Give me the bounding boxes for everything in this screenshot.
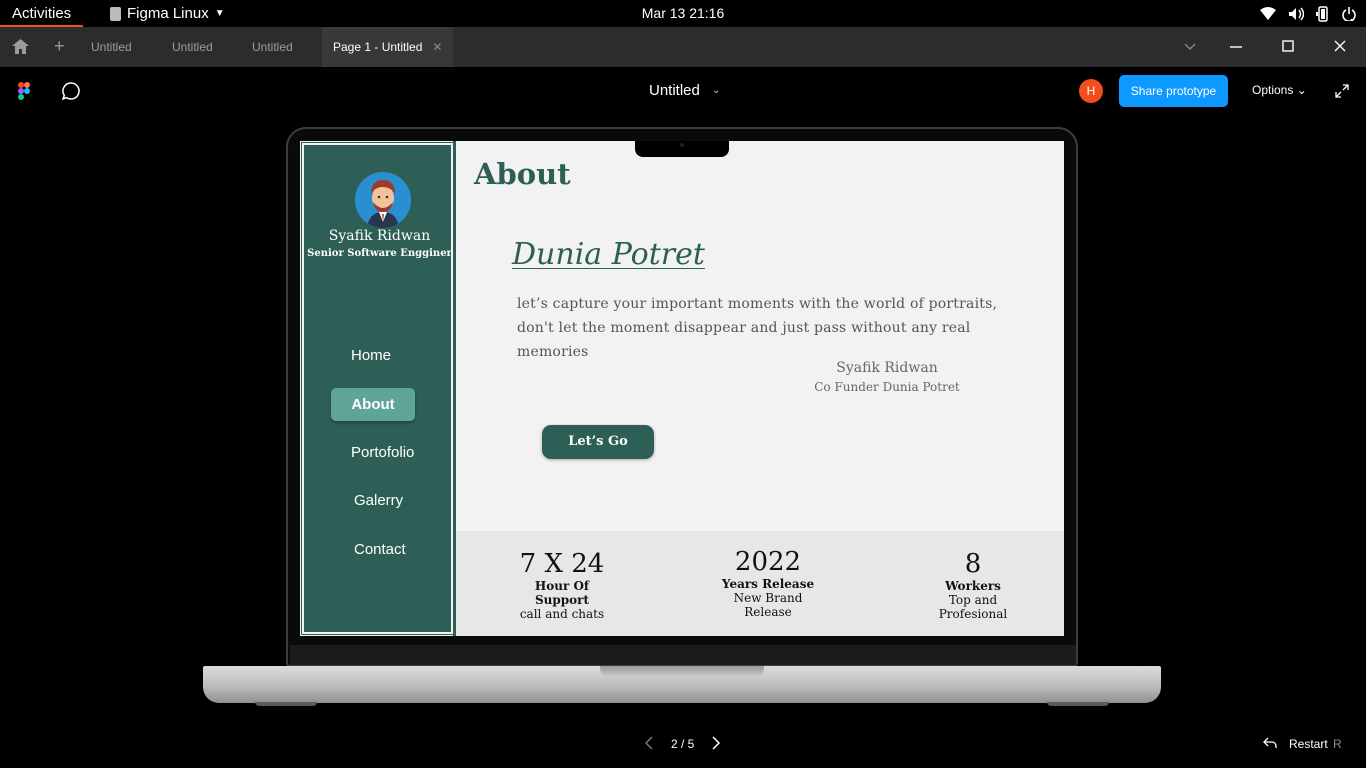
system-top-bar: Activities Figma Linux ▼ Mar 13 21:16 (0, 0, 1366, 27)
stat-sub: Top and Profesional (938, 593, 1008, 621)
chevron-down-icon: ⌄ (1296, 83, 1307, 97)
document-title[interactable]: Untitled (649, 82, 700, 99)
tab-label: Page 1 - Untitled (333, 40, 423, 54)
chevron-down-icon[interactable] (1184, 40, 1196, 52)
nav-contact[interactable]: Contact (354, 541, 406, 558)
figma-logo-icon[interactable] (18, 82, 30, 100)
stat-label: Hour Of Support (534, 579, 590, 607)
wifi-icon (1260, 6, 1276, 20)
tab-untitled-1[interactable]: Untitled (91, 27, 132, 67)
laptop-chin (290, 645, 1076, 665)
close-tab-icon[interactable]: ✕ (432, 40, 442, 54)
hero-description: let’s capture your important moments wit… (517, 296, 998, 360)
hero-title: Dunia Potret (512, 237, 705, 272)
laptop-foot (1047, 702, 1109, 706)
quote-author-role: Co Funder Dunia Potret (814, 380, 960, 394)
stat-label: Workers (945, 579, 1001, 593)
stat-support: 7 X 24 Hour Of Support call and chats (508, 549, 616, 621)
previous-frame-icon[interactable] (643, 736, 655, 750)
nav-about[interactable]: About (331, 388, 415, 421)
profile-avatar (355, 172, 411, 228)
stat-sub: New Brand Release (733, 591, 803, 619)
frame-counter: 2 / 5 (671, 737, 695, 751)
minimize-icon[interactable] (1230, 40, 1242, 52)
prototype-toolbar: Untitled ⌄ H Share prototype Options ⌄ (0, 67, 1366, 115)
stat-number: 8 (964, 549, 982, 579)
stat-sub: call and chats (519, 607, 605, 621)
tab-untitled-2[interactable]: Untitled (172, 27, 213, 67)
user-avatar[interactable]: H (1079, 79, 1103, 103)
restart-icon[interactable] (1263, 737, 1277, 749)
maximize-icon[interactable] (1282, 40, 1294, 52)
new-tab-button[interactable]: + (54, 36, 65, 57)
volume-icon (1289, 7, 1304, 20)
next-frame-icon[interactable] (710, 736, 722, 750)
nav-portofolio[interactable]: Portofolio (351, 444, 414, 461)
stats-band: 7 X 24 Hour Of Support call and chats 20… (456, 531, 1064, 636)
profile-name: Syafik Ridwan (328, 228, 431, 244)
figma-app-icon (110, 6, 121, 21)
chevron-down-icon[interactable]: ⌄ (712, 85, 720, 96)
power-icon (1342, 6, 1356, 21)
stat-label: Years Release (721, 577, 815, 591)
fullscreen-icon[interactable] (1335, 84, 1349, 98)
stat-release: 2022 Years Release New Brand Release (708, 547, 828, 619)
laptop-foot (255, 702, 317, 706)
prototype-screen: Syafik Ridwan Senior Software Engginer H… (300, 141, 1064, 636)
laptop-opening-notch (600, 666, 764, 678)
app-menu-label: Figma Linux (127, 5, 209, 22)
nav-home[interactable]: Home (351, 347, 391, 364)
restart-shortcut: R (1333, 737, 1342, 751)
close-window-icon[interactable] (1334, 40, 1346, 52)
tab-untitled-3[interactable]: Untitled (252, 27, 293, 67)
system-tray[interactable] (1260, 0, 1356, 27)
battery-icon (1316, 5, 1328, 22)
avatar-illustration (355, 172, 411, 228)
quote-author: Syafik Ridwan (836, 360, 938, 376)
app-menu[interactable]: Figma Linux ▼ (110, 0, 225, 27)
stat-number: 2022 (734, 547, 802, 577)
comment-icon[interactable] (62, 82, 80, 100)
site-sidebar: Syafik Ridwan Senior Software Engginer H… (301, 142, 454, 635)
restart-button[interactable]: Restart (1289, 737, 1328, 751)
options-label: Options (1252, 83, 1294, 97)
lets-go-button[interactable]: Let’s Go (542, 425, 654, 459)
clock[interactable]: Mar 13 21:16 (642, 5, 725, 21)
home-icon[interactable] (12, 39, 29, 54)
activities-button[interactable]: Activities (0, 0, 84, 27)
tab-bar: + Untitled Untitled Untitled Page 1 - Un… (0, 27, 1366, 67)
stat-number: 7 X 24 (519, 549, 605, 579)
camera-icon (680, 143, 684, 147)
nav-galerry[interactable]: Galerry (354, 492, 403, 509)
stat-workers: 8 Workers Top and Profesional (913, 549, 1033, 621)
page-title: About (474, 157, 571, 191)
options-menu[interactable]: Options ⌄ (1252, 83, 1307, 97)
profile-role: Senior Software Engginer (307, 248, 452, 259)
caret-down-icon: ▼ (214, 8, 225, 19)
tab-page-1[interactable]: Page 1 - Untitled ✕ (322, 27, 454, 67)
share-prototype-button[interactable]: Share prototype (1119, 75, 1228, 107)
